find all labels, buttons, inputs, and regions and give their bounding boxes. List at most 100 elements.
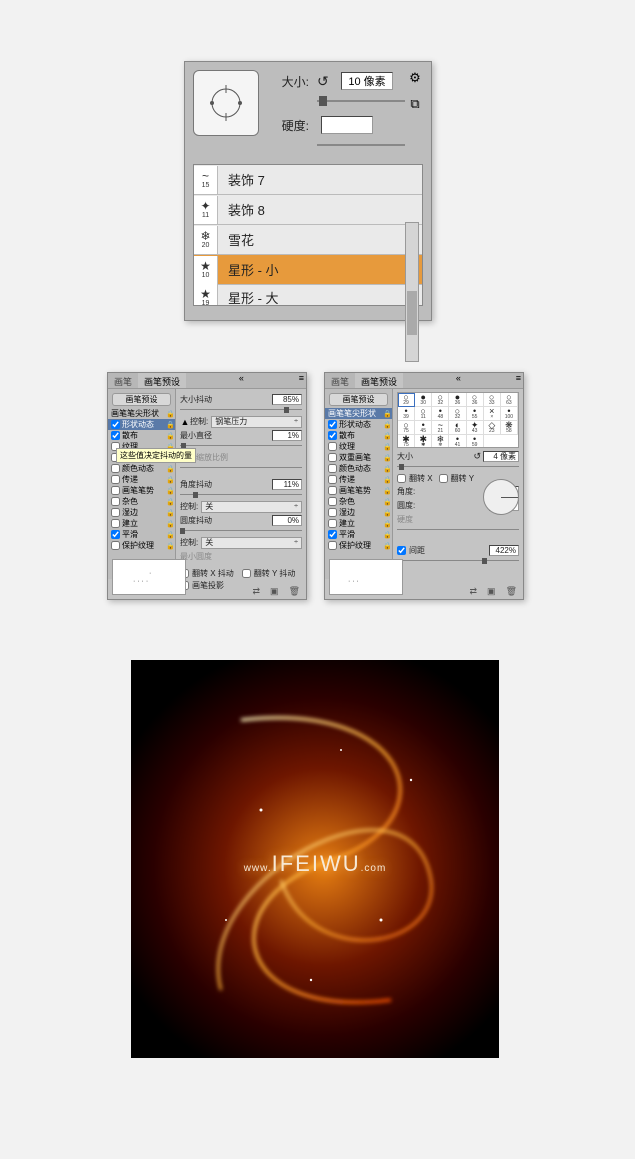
angle-jitter-slider[interactable] bbox=[180, 492, 302, 498]
side-option[interactable]: 杂色🔒 bbox=[108, 496, 175, 507]
side-check[interactable] bbox=[328, 486, 337, 495]
side-check[interactable] bbox=[328, 420, 337, 429]
min-diameter-value[interactable]: 1% bbox=[272, 430, 302, 441]
side-check[interactable] bbox=[328, 508, 337, 517]
tab-brush-presets[interactable]: 画笔预设 bbox=[138, 373, 186, 388]
roundness-jitter-value[interactable]: 0% bbox=[272, 515, 302, 526]
new-preset-icon[interactable]: ⧉ bbox=[407, 96, 423, 112]
spacing-slider[interactable] bbox=[397, 558, 519, 564]
lock-icon[interactable]: 🔒 bbox=[383, 498, 392, 506]
brush-grid-cell[interactable]: ○33 bbox=[484, 393, 501, 407]
lock-icon[interactable]: 🔒 bbox=[166, 476, 175, 484]
brush-list-item[interactable]: ★19星形 - 大 bbox=[194, 285, 422, 306]
brush-grid-cell[interactable]: ○75 bbox=[398, 421, 415, 435]
brush-list-item[interactable]: ★10星形 - 小 bbox=[194, 255, 422, 285]
side-option[interactable]: 建立🔒 bbox=[108, 518, 175, 529]
lock-icon[interactable]: 🔒 bbox=[166, 421, 175, 429]
side-check[interactable] bbox=[111, 530, 120, 539]
lock-icon[interactable]: 🔒 bbox=[166, 520, 175, 528]
toggle-view-icon[interactable]: ⇄ bbox=[253, 586, 261, 597]
brush-list-item[interactable]: ✦11装饰 8 bbox=[194, 195, 422, 225]
lock-icon[interactable]: 🔒 bbox=[383, 487, 392, 495]
flipy-jitter-check[interactable] bbox=[242, 569, 251, 578]
side-option[interactable]: 传递🔒 bbox=[325, 474, 392, 485]
side-option[interactable]: 画笔笔尖形状🔒 bbox=[108, 408, 175, 419]
brush-grid-cell[interactable]: ~21 bbox=[432, 421, 449, 435]
lock-icon[interactable]: 🔒 bbox=[383, 410, 392, 418]
brush-grid-cell[interactable]: •41 bbox=[449, 435, 466, 448]
side-option[interactable]: 湿边🔒 bbox=[325, 507, 392, 518]
control-angle-dropdown[interactable]: 关÷ bbox=[201, 501, 302, 513]
side-option[interactable]: 保护纹理🔒 bbox=[108, 540, 175, 551]
side-check[interactable] bbox=[328, 519, 337, 528]
spacing-check[interactable] bbox=[397, 546, 406, 555]
side-check[interactable] bbox=[111, 497, 120, 506]
brush-grid-cell[interactable]: ○32 bbox=[449, 407, 466, 421]
side-check[interactable] bbox=[111, 508, 120, 517]
size-jitter-value[interactable]: 85% bbox=[272, 394, 302, 405]
side-check[interactable] bbox=[328, 431, 337, 440]
side-check[interactable] bbox=[111, 519, 120, 528]
size-value-r[interactable]: 4 像素 bbox=[483, 451, 519, 462]
brush-grid-cell[interactable]: ✦43 bbox=[467, 421, 484, 435]
roundness-jitter-slider[interactable] bbox=[180, 528, 302, 534]
new-icon-r[interactable]: ▣ bbox=[487, 586, 496, 597]
brush-grid-cell[interactable]: ◇23 bbox=[484, 421, 501, 435]
brush-grid-cell[interactable]: ●36 bbox=[449, 393, 466, 407]
side-check[interactable] bbox=[328, 497, 337, 506]
side-option[interactable]: 杂色🔒 bbox=[325, 496, 392, 507]
brush-grid-cell[interactable]: ×× bbox=[484, 407, 501, 421]
control-pen-pressure[interactable]: 钢笔压力÷ bbox=[211, 416, 302, 428]
brush-list-item[interactable]: ~15装饰 7 bbox=[194, 165, 422, 195]
panel-collapse-icon-r[interactable]: « bbox=[454, 373, 463, 388]
side-check[interactable] bbox=[328, 530, 337, 539]
brush-grid-cell[interactable]: •48 bbox=[432, 407, 449, 421]
side-option[interactable]: 平滑🔒 bbox=[108, 529, 175, 540]
lock-icon[interactable]: 🔒 bbox=[166, 531, 175, 539]
brush-grid[interactable]: ○29●30○32●36○36○33○63•39○11•48○32•55××•1… bbox=[397, 392, 519, 448]
flipy-check[interactable] bbox=[439, 474, 448, 483]
brush-grid-cell[interactable]: ○36 bbox=[467, 393, 484, 407]
side-check[interactable] bbox=[111, 431, 120, 440]
lock-icon[interactable]: 🔒 bbox=[383, 476, 392, 484]
brush-grid-cell[interactable]: ❄❄ bbox=[432, 435, 449, 448]
lock-icon[interactable]: 🔒 bbox=[383, 509, 392, 517]
side-option[interactable]: 建立🔒 bbox=[325, 518, 392, 529]
brush-presets-button[interactable]: 画笔预设 bbox=[112, 393, 171, 406]
brush-grid-cell[interactable]: ○32 bbox=[432, 393, 449, 407]
new-icon[interactable]: ▣ bbox=[270, 586, 279, 597]
brush-grid-cell[interactable]: •45 bbox=[415, 421, 432, 435]
trash-icon[interactable]: 🗑 bbox=[289, 586, 300, 597]
side-check[interactable] bbox=[111, 420, 120, 429]
brush-grid-cell[interactable]: ○63 bbox=[501, 393, 518, 407]
size-slider-r[interactable] bbox=[397, 464, 519, 470]
brush-grid-cell[interactable]: ✱75 bbox=[398, 435, 415, 448]
side-option[interactable]: 纹理🔒 bbox=[325, 441, 392, 452]
angle-jitter-value[interactable]: 11% bbox=[272, 479, 302, 490]
spacing-value[interactable]: 422% bbox=[489, 545, 519, 556]
side-option[interactable]: 湿边🔒 bbox=[108, 507, 175, 518]
brush-grid-cell[interactable]: •55 bbox=[467, 407, 484, 421]
side-option[interactable]: 双重画笔🔒 bbox=[325, 452, 392, 463]
hardness-input[interactable] bbox=[321, 116, 373, 134]
control-roundness-dropdown[interactable]: 关÷ bbox=[201, 537, 302, 549]
brush-grid-cell[interactable]: •100 bbox=[501, 407, 518, 421]
panel-menu-icon-r[interactable]: ≡ bbox=[514, 373, 523, 388]
side-option[interactable]: 平滑🔒 bbox=[325, 529, 392, 540]
side-check[interactable] bbox=[328, 541, 337, 550]
side-option[interactable]: 画笔笔尖形状🔒 bbox=[325, 408, 392, 419]
side-option[interactable]: 画笔笔势🔒 bbox=[325, 485, 392, 496]
brush-grid-cell[interactable]: ❋58 bbox=[501, 421, 518, 435]
tab-brush-r[interactable]: 画笔 bbox=[325, 373, 355, 388]
lock-icon[interactable]: 🔒 bbox=[383, 443, 392, 451]
brush-grid-cell[interactable]: ✱✱ bbox=[415, 435, 432, 448]
side-option[interactable]: 保护纹理🔒 bbox=[325, 540, 392, 551]
lock-icon[interactable]: 🔒 bbox=[383, 454, 392, 462]
side-option[interactable]: 颜色动态🔒 bbox=[108, 463, 175, 474]
reset-size-icon[interactable]: ↺ bbox=[317, 73, 333, 89]
panel-collapse-icon[interactable]: « bbox=[237, 373, 246, 388]
side-check[interactable] bbox=[328, 442, 337, 451]
lock-icon[interactable]: 🔒 bbox=[166, 410, 175, 418]
lock-icon[interactable]: 🔒 bbox=[166, 432, 175, 440]
tab-brush[interactable]: 画笔 bbox=[108, 373, 138, 388]
